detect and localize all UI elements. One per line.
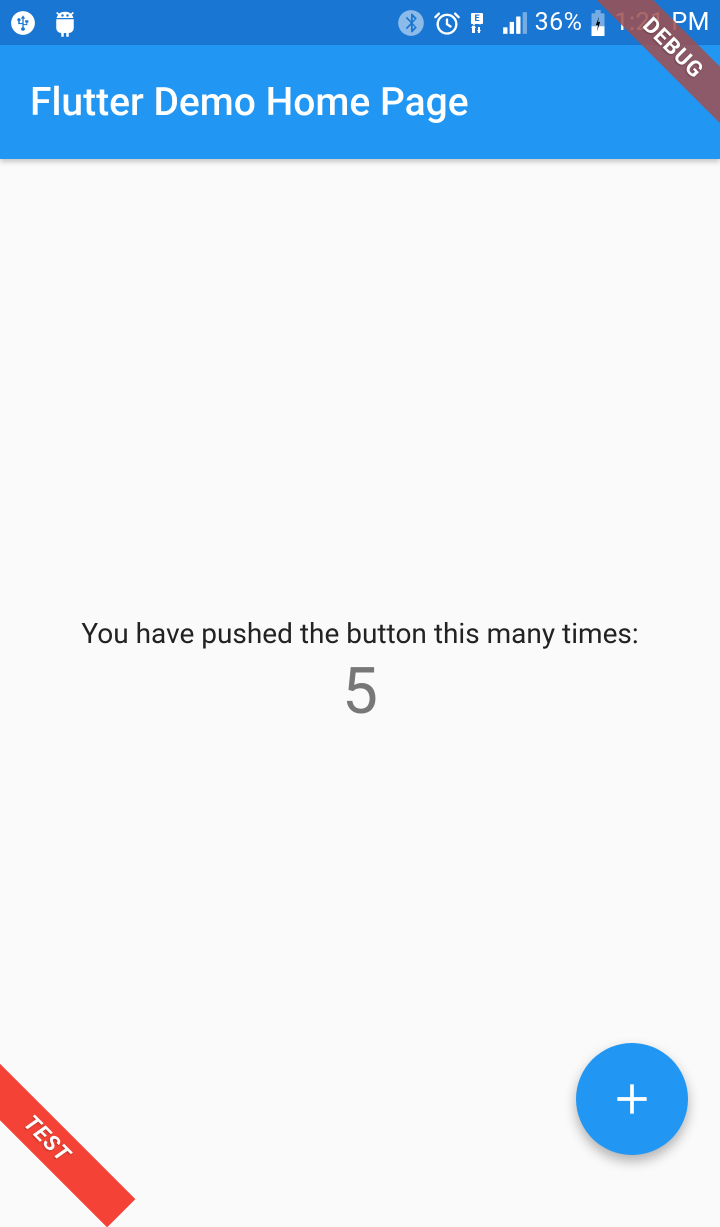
battery-percent-text: 36% [535, 8, 583, 37]
svg-text:E: E [474, 14, 479, 24]
clock-text: 1:21 PM [614, 8, 710, 37]
appbar: Flutter Demo Home Page [0, 45, 720, 159]
plus-icon [610, 1077, 654, 1121]
statusbar-left [10, 8, 80, 38]
statusbar-right: E 36% [397, 8, 710, 37]
signal-icon [501, 10, 527, 36]
android-statusbar: E 36% [0, 0, 720, 45]
main-content: You have pushed the button this many tim… [0, 159, 720, 1187]
usb-icon [10, 10, 36, 36]
appbar-title: Flutter Demo Home Page [30, 79, 469, 125]
counter-label: You have pushed the button this many tim… [81, 617, 638, 650]
alarm-icon [433, 9, 461, 37]
counter-value: 5 [342, 654, 378, 729]
bluetooth-icon [397, 9, 425, 37]
battery-charging-icon [590, 10, 606, 36]
network-data-icon: E [469, 11, 493, 35]
increment-fab[interactable] [576, 1043, 688, 1155]
android-debug-icon [50, 8, 80, 38]
